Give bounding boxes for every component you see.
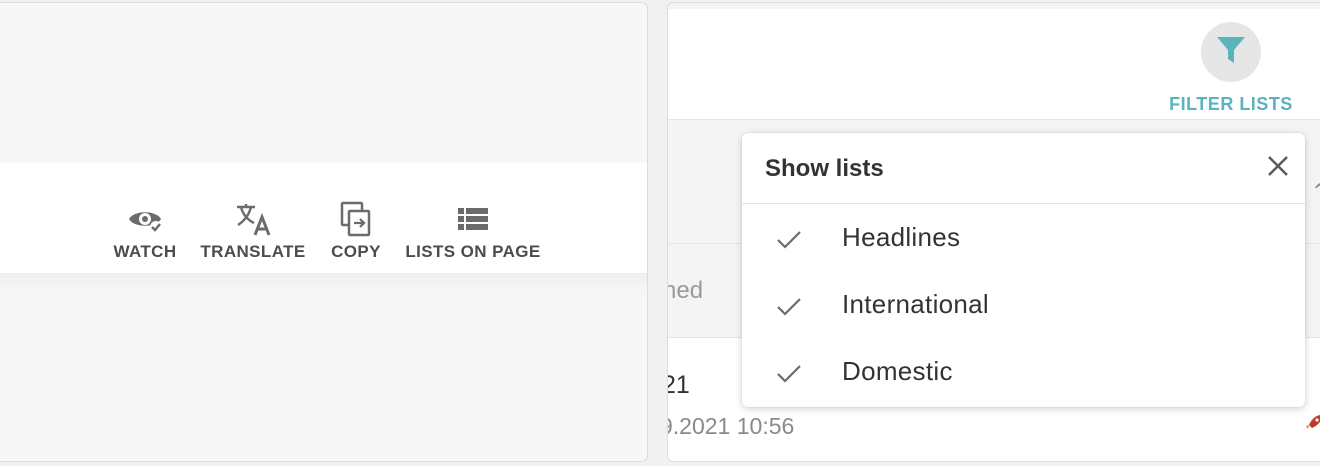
checkmark-icon [775, 292, 803, 320]
list-icon [404, 199, 542, 239]
item-timestamp: 9.2021 10:56 [667, 413, 795, 439]
row-partial-text: hed [667, 277, 704, 304]
top-bar: FILTER LISTS [668, 9, 1320, 120]
checkmark-icon [775, 225, 803, 253]
show-lists-dropdown: Show lists Headlines International Domes… [742, 133, 1305, 407]
copy-icon [329, 199, 383, 239]
watch-label: WATCH [113, 242, 177, 261]
translate-label: TRANSLATE [200, 242, 306, 261]
dropdown-header: Show lists [742, 133, 1305, 204]
list-option-label: Headlines [842, 222, 961, 252]
checkmark-icon [775, 359, 803, 387]
filter-lists-label: FILTER LISTS [1169, 94, 1293, 114]
list-option-international[interactable]: International [742, 271, 1305, 338]
lists-on-page-label: LISTS ON PAGE [405, 242, 541, 261]
chevron-up-icon: ⌃ [1311, 179, 1320, 204]
funnel-icon [1215, 34, 1247, 71]
item-partial-title: 21 [668, 371, 690, 399]
dropdown-title: Show lists [765, 155, 884, 182]
list-option-label: Domestic [842, 356, 953, 386]
close-icon [1267, 155, 1289, 182]
filter-lists-button[interactable]: FILTER LISTS [1161, 19, 1301, 119]
list-option-domestic[interactable]: Domestic [742, 338, 1305, 405]
translate-button[interactable]: TRANSLATE [199, 199, 307, 262]
eye-check-icon [111, 199, 179, 239]
translate-icon [199, 199, 307, 239]
left-panel: WATCH TRANSLATE COPY LISTS ON PAGE [0, 2, 648, 462]
filter-icon-circle [1201, 22, 1261, 82]
toolbar-shadow [0, 273, 647, 293]
rocket-icon [1304, 413, 1320, 433]
list-option-headlines[interactable]: Headlines [742, 204, 1305, 271]
copy-button[interactable]: COPY [329, 199, 383, 262]
close-button[interactable] [1263, 153, 1293, 183]
copy-label: COPY [331, 242, 381, 261]
lists-on-page-button[interactable]: LISTS ON PAGE [404, 199, 542, 262]
action-toolbar: WATCH TRANSLATE COPY LISTS ON PAGE [0, 163, 647, 274]
watch-button[interactable]: WATCH [111, 199, 179, 262]
list-option-label: International [842, 289, 990, 319]
